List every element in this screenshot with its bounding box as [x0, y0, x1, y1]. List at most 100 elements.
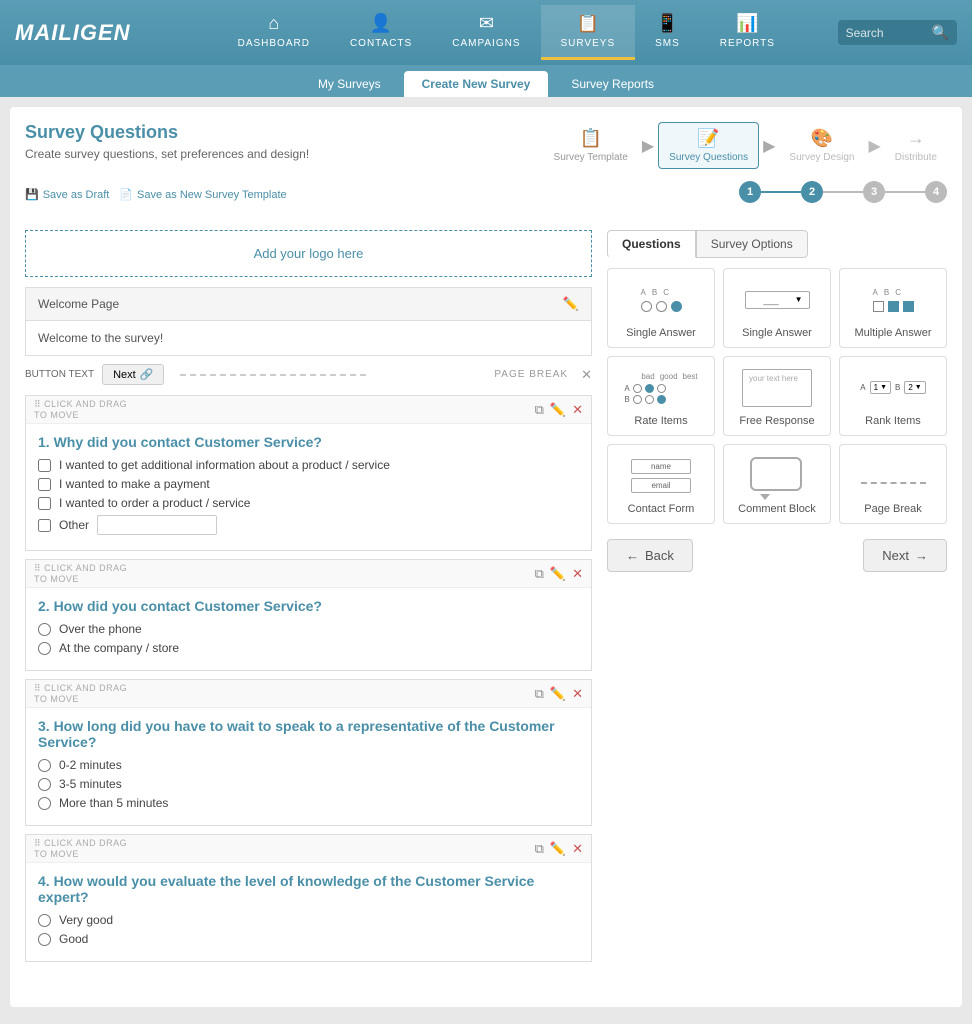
question-2-radio-2[interactable]	[38, 642, 51, 655]
panel-navigation: ← Back Next →	[607, 539, 947, 572]
nav-contacts-label: CONTACTS	[350, 38, 412, 49]
nav-dashboard-label: DASHBOARD	[238, 38, 310, 49]
nav-surveys[interactable]: 📋 SURVEYS	[541, 5, 636, 60]
question-3-radio-1[interactable]	[38, 759, 51, 772]
nav-sms[interactable]: 📱 SMS	[635, 5, 700, 60]
right-panel: Questions Survey Options ABC	[607, 230, 947, 970]
question-type-grid: ABC Single Answer	[607, 268, 947, 524]
question-4-delete-button[interactable]: ✕	[572, 841, 583, 857]
question-type-page-break[interactable]: Page Break	[839, 444, 947, 524]
single-answer-radio-label: Single Answer	[616, 327, 706, 339]
rate-items-label: Rate Items	[616, 415, 706, 427]
question-4-option-2: Good	[38, 932, 579, 946]
workflow-arrow-3: ▶	[866, 136, 882, 156]
question-1-other-input[interactable]	[97, 515, 217, 535]
left-column: Add your logo here Welcome Page ✏️ Welco…	[25, 230, 592, 970]
question-1-option-other: Other	[38, 515, 579, 535]
question-4-option-1: Very good	[38, 913, 579, 927]
back-arrow-icon: ←	[626, 548, 639, 563]
panel-tabs: Questions Survey Options	[607, 230, 947, 258]
nav-contacts[interactable]: 👤 CONTACTS	[330, 5, 432, 60]
question-1-copy-button[interactable]: ⧉	[535, 402, 544, 418]
top-navigation: MAILIGEN ⌂ DASHBOARD 👤 CONTACTS ✉ CAMPAI…	[0, 0, 972, 65]
question-1-edit-button[interactable]: ✏️	[550, 402, 566, 418]
workflow-step-design-label: Survey Design	[789, 152, 854, 163]
reports-icon: 📊	[736, 13, 758, 34]
multiple-answer-label: Multiple Answer	[848, 327, 938, 339]
question-2-option-2: At the company / store	[38, 641, 579, 655]
nav-campaigns[interactable]: ✉ CAMPAIGNS	[432, 5, 540, 60]
page-title: Survey Questions	[25, 122, 309, 143]
dashboard-icon: ⌂	[268, 13, 279, 34]
question-3-delete-button[interactable]: ✕	[572, 686, 583, 702]
question-1-delete-button[interactable]: ✕	[572, 402, 583, 418]
question-type-single-answer-dropdown[interactable]: ___ ▼ Single Answer	[723, 268, 831, 348]
question-3-radio-2[interactable]	[38, 778, 51, 791]
save-template-button[interactable]: 📄 Save as New Survey Template	[119, 188, 286, 201]
question-1-checkbox-3[interactable]	[38, 497, 51, 510]
comment-block-visual	[732, 453, 822, 498]
workflow-step-questions-label: Survey Questions	[669, 152, 748, 163]
question-4-copy-button[interactable]: ⧉	[535, 841, 544, 857]
subnav-my-surveys[interactable]: My Surveys	[300, 71, 399, 97]
question-2-option-1: Over the phone	[38, 622, 579, 636]
save-draft-button[interactable]: 💾 Save as Draft	[25, 188, 109, 201]
subnav-survey-reports[interactable]: Survey Reports	[553, 71, 672, 97]
question-type-multiple-answer[interactable]: ABC Multiple Answer	[839, 268, 947, 348]
page-subtitle: Create survey questions, set preferences…	[25, 147, 309, 161]
multiple-answer-visual: ABC	[848, 277, 938, 322]
question-4-edit-button[interactable]: ✏️	[550, 841, 566, 857]
question-type-free-response[interactable]: your text here Free Response	[723, 356, 831, 436]
nav-reports[interactable]: 📊 REPORTS	[700, 5, 795, 60]
logo-upload-area[interactable]: Add your logo here	[25, 230, 592, 277]
page-break-close-icon[interactable]: ✕	[581, 367, 592, 383]
workflow-step-questions: 📝 Survey Questions	[658, 122, 759, 169]
next-button-small[interactable]: Next 🔗	[102, 364, 164, 385]
subnav-create-survey[interactable]: Create New Survey	[404, 71, 549, 97]
workflow-step-template: 📋 Survey Template	[544, 123, 638, 168]
next-button[interactable]: Next →	[863, 539, 947, 572]
add-logo-link[interactable]: Add your logo here	[254, 246, 364, 261]
question-1-drag-bar: ⠿ CLICK AND DRAGTO MOVE ⧉ ✏️ ✕	[26, 396, 591, 424]
search-box: 🔍	[838, 20, 957, 45]
question-type-rank-items[interactable]: A 1▼ B 2▼ Rank Items	[839, 356, 947, 436]
save-draft-label: Save as Draft	[43, 189, 110, 201]
nav-sms-label: SMS	[655, 38, 680, 49]
question-1-option-1: I wanted to get additional information a…	[38, 458, 579, 472]
question-4-radio-1[interactable]	[38, 914, 51, 927]
question-2-radio-1[interactable]	[38, 623, 51, 636]
progress-bar: 1 2 3 4	[739, 181, 947, 203]
question-3-radio-3[interactable]	[38, 797, 51, 810]
search-input[interactable]	[846, 26, 926, 40]
tab-survey-options[interactable]: Survey Options	[696, 230, 808, 258]
link-icon: 🔗	[140, 368, 154, 381]
question-2-copy-button[interactable]: ⧉	[535, 566, 544, 582]
next-arrow-icon: →	[915, 548, 928, 563]
back-button[interactable]: ← Back	[607, 539, 693, 572]
nav-dashboard[interactable]: ⌂ DASHBOARD	[218, 5, 330, 60]
page-header: Survey Questions Create survey questions…	[25, 122, 309, 161]
question-4-radio-2[interactable]	[38, 933, 51, 946]
question-type-contact-form[interactable]: name email Contact Form	[607, 444, 715, 524]
welcome-page-section: Welcome Page ✏️ Welcome to the survey!	[25, 287, 592, 356]
progress-line-3	[885, 191, 925, 193]
question-type-single-answer-radio[interactable]: ABC Single Answer	[607, 268, 715, 348]
workflow-steps: 📋 Survey Template ▶ 📝 Survey Questions ▶…	[544, 122, 947, 169]
question-3-copy-button[interactable]: ⧉	[535, 686, 544, 702]
workflow-step-design: 🎨 Survey Design	[779, 123, 864, 168]
search-icon[interactable]: 🔍	[932, 24, 949, 41]
question-3-edit-button[interactable]: ✏️	[550, 686, 566, 702]
tab-questions[interactable]: Questions	[607, 230, 696, 258]
welcome-page-header: Welcome Page ✏️	[25, 287, 592, 320]
question-block-3: ⠿ CLICK AND DRAGTO MOVE ⧉ ✏️ ✕ 3. How lo…	[25, 679, 592, 826]
drag-label-4: ⠿ CLICK AND DRAGTO MOVE	[34, 838, 127, 859]
question-type-rate-items[interactable]: badgoodbest A B	[607, 356, 715, 436]
question-1-checkbox-2[interactable]	[38, 478, 51, 491]
question-1-checkbox-other[interactable]	[38, 519, 51, 532]
question-type-comment-block[interactable]: Comment Block	[723, 444, 831, 524]
question-1-checkbox-1[interactable]	[38, 459, 51, 472]
progress-line-1	[761, 191, 801, 193]
question-2-edit-button[interactable]: ✏️	[550, 566, 566, 582]
question-2-delete-button[interactable]: ✕	[572, 566, 583, 582]
welcome-page-edit-icon[interactable]: ✏️	[563, 296, 579, 312]
